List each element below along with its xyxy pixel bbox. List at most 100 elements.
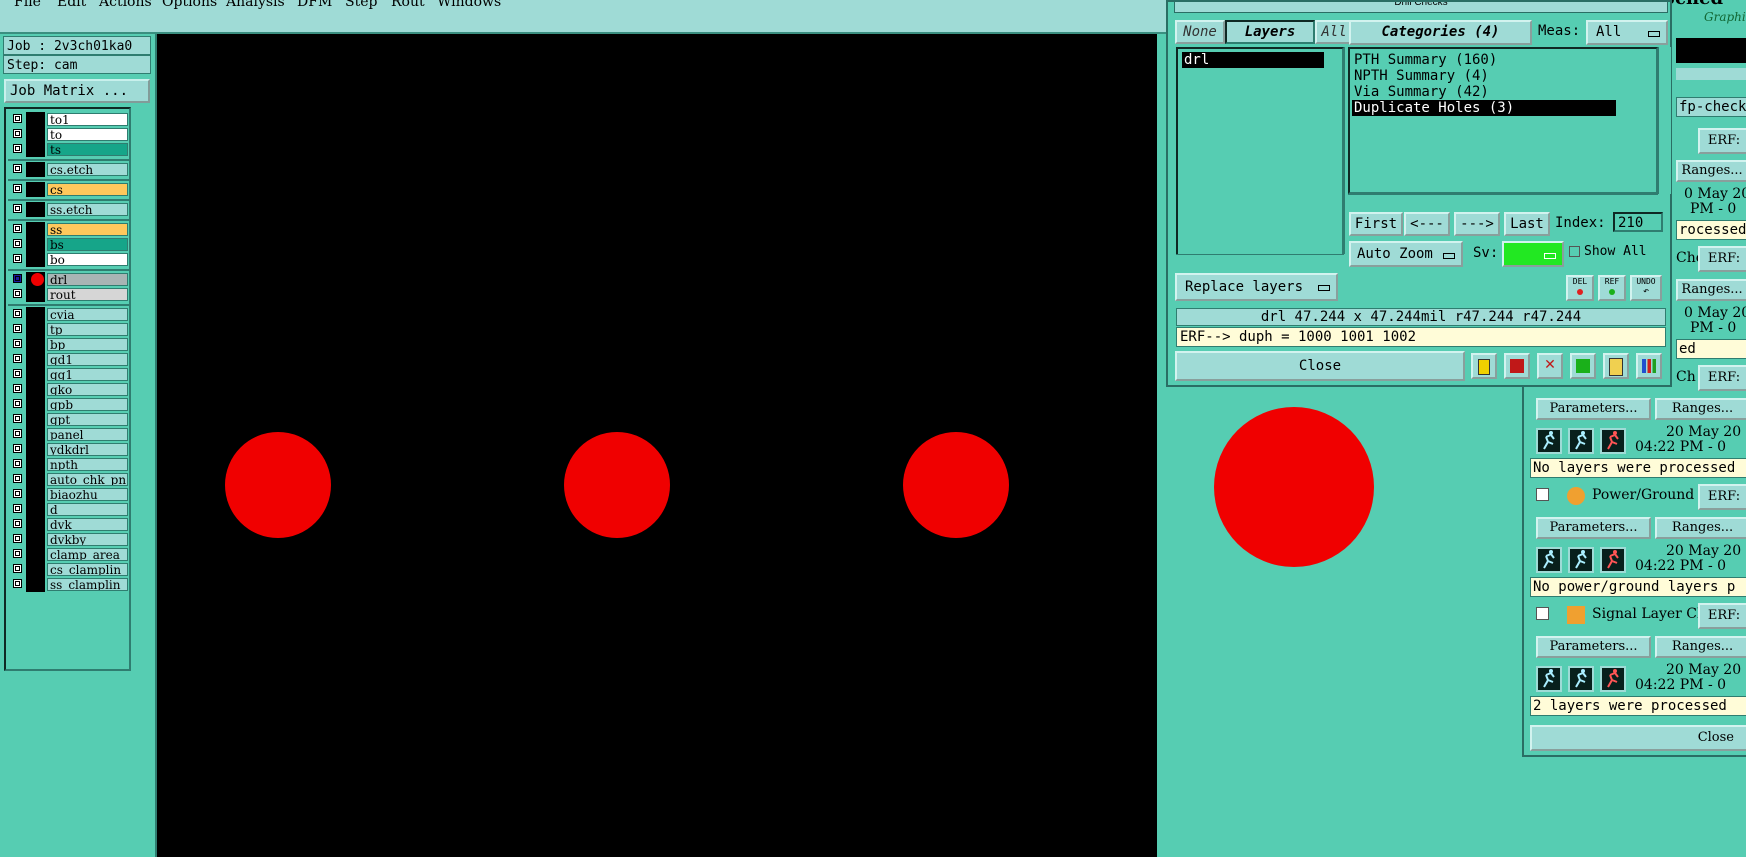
layer-checkbox[interactable] (13, 129, 22, 138)
layer-name[interactable]: dvk (47, 518, 128, 531)
layer-row[interactable]: gpt (8, 412, 129, 427)
layer-row[interactable]: drl (8, 272, 129, 287)
layer-checkbox[interactable] (13, 579, 22, 588)
layer-name[interactable]: cs.etch (47, 163, 128, 176)
layer-name[interactable]: clamp_area (47, 548, 128, 561)
ranges-button-5[interactable]: Ranges... (1655, 636, 1746, 658)
prev-button[interactable]: <--- (1404, 212, 1450, 236)
layer-checkbox[interactable] (13, 504, 22, 513)
exit-icon[interactable] (1504, 353, 1530, 379)
layer-name[interactable]: ss_clamplin (47, 578, 128, 591)
clear-icon[interactable]: ✕ (1537, 353, 1563, 379)
layer-checkbox[interactable] (13, 369, 22, 378)
layer-checkbox[interactable] (13, 164, 22, 173)
ranges-button-2[interactable]: Ranges... (1676, 279, 1746, 301)
layer-checkbox[interactable] (13, 489, 22, 498)
layer-row[interactable]: ydkdrl (8, 442, 129, 457)
checklist-name-field[interactable]: fp-checkli (1676, 97, 1746, 117)
layer-checkbox[interactable] (13, 309, 22, 318)
layer-name[interactable]: biaozhu (47, 488, 128, 501)
index-input[interactable]: 210 (1613, 212, 1663, 232)
ranges-button-4[interactable]: Ranges... (1655, 517, 1746, 539)
drill-pad-4[interactable] (1214, 407, 1374, 567)
layer-name[interactable]: ts (47, 143, 128, 156)
layer-checkbox[interactable] (13, 354, 22, 363)
layer-checkbox[interactable] (13, 239, 22, 248)
layer-name[interactable]: ss.etch (47, 203, 128, 216)
close-button[interactable]: Close (1175, 351, 1465, 381)
layer-row[interactable]: to (8, 127, 129, 142)
layer-name[interactable]: tp (47, 323, 128, 336)
sv-color-dropdown[interactable] (1502, 241, 1564, 267)
layer-checkbox[interactable] (13, 204, 22, 213)
layer-name[interactable]: bs (47, 238, 128, 251)
layer-row[interactable]: dvkby (8, 532, 129, 547)
categories-listbox[interactable]: PTH Summary (160) NPTH Summary (4) Via Sum… (1348, 47, 1658, 194)
erf-button-3[interactable]: ERF: (1698, 365, 1746, 391)
layer-checkbox[interactable] (13, 324, 22, 333)
ref-icon-button[interactable]: REF (1598, 275, 1626, 301)
run-icon[interactable] (1536, 428, 1562, 454)
step-icon[interactable] (1570, 353, 1596, 379)
layer-checkbox[interactable] (13, 444, 22, 453)
layer-checkbox[interactable] (13, 274, 22, 283)
layer-name[interactable]: cs_clamplin (47, 563, 128, 576)
layer-row[interactable]: bo (8, 252, 129, 267)
run-stop-icon[interactable] (1600, 428, 1626, 454)
layer-checkbox[interactable] (13, 289, 22, 298)
layer-row[interactable]: ts (8, 142, 129, 157)
all-button[interactable]: All (1315, 20, 1353, 44)
layer-name[interactable]: bo (47, 253, 128, 266)
layer-row[interactable]: cs_clamplin (8, 562, 129, 577)
layer-checkbox[interactable] (13, 384, 22, 393)
layer-item-selected[interactable]: drl (1182, 52, 1324, 68)
layer-row[interactable]: bs (8, 237, 129, 252)
ranges-button-1[interactable]: Ranges... (1676, 160, 1746, 182)
menu-options[interactable]: Options (162, 0, 217, 10)
erf-button-5[interactable]: ERF: (1698, 603, 1746, 629)
parameters-button-4[interactable]: Parameters... (1536, 517, 1651, 539)
run-icon[interactable] (1568, 547, 1594, 573)
layer-row[interactable]: ss (8, 222, 129, 237)
layer-name[interactable]: auto_chk_pn_ (47, 473, 128, 486)
menu-analysis[interactable]: Analysis (226, 0, 285, 10)
layer-row[interactable]: ss.etch (8, 202, 129, 217)
layers-button[interactable]: Layers (1225, 20, 1315, 44)
layer-checkbox[interactable] (13, 114, 22, 123)
layer-name[interactable]: to1 (47, 113, 128, 126)
layer-name[interactable]: gpb (47, 398, 128, 411)
layer-row[interactable]: gg1 (8, 367, 129, 382)
layer-row[interactable]: dvk (8, 517, 129, 532)
layer-row[interactable]: to1 (8, 112, 129, 127)
layer-row[interactable]: tp (8, 322, 129, 337)
layer-checkbox[interactable] (13, 519, 22, 528)
signal-check-checkbox[interactable] (1536, 607, 1549, 620)
layer-name[interactable]: to (47, 128, 128, 141)
graphic-canvas[interactable] (157, 34, 1374, 857)
category-item[interactable]: NPTH Summary (4) (1352, 68, 1654, 84)
layer-name[interactable]: cs (47, 183, 128, 196)
layer-checkbox[interactable] (13, 429, 22, 438)
ranges-button-3[interactable]: Ranges... (1655, 398, 1746, 420)
layer-checkbox[interactable] (13, 339, 22, 348)
menu-rout[interactable]: Rout (391, 0, 425, 10)
category-item[interactable]: Duplicate Holes (3) (1352, 100, 1616, 116)
layer-row[interactable]: cs.etch (8, 162, 129, 177)
next-button[interactable]: ---> (1454, 212, 1500, 236)
drill-pad-2[interactable] (564, 432, 670, 538)
layer-checkbox[interactable] (13, 534, 22, 543)
run-icon[interactable] (1536, 666, 1562, 692)
erf-button-4[interactable]: ERF: (1698, 484, 1746, 510)
first-button[interactable]: First (1349, 212, 1403, 236)
layer-name[interactable]: panel (47, 428, 128, 441)
layers-hscroll[interactable] (1176, 254, 1344, 267)
layer-name[interactable]: gko (47, 383, 128, 396)
last-button[interactable]: Last (1504, 212, 1550, 236)
replace-layers-dropdown[interactable]: Replace layers (1175, 273, 1338, 301)
category-item[interactable]: Via Summary (42) (1352, 84, 1654, 100)
layer-name[interactable]: ss (47, 223, 128, 236)
run-stop-icon[interactable] (1600, 547, 1626, 573)
layers-listbox[interactable]: drl (1176, 47, 1344, 267)
layer-name[interactable]: d (47, 503, 128, 516)
layer-name[interactable]: gd1 (47, 353, 128, 366)
